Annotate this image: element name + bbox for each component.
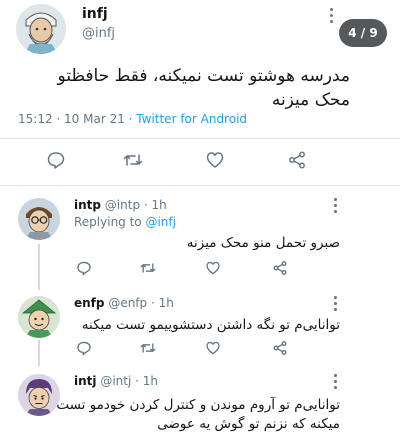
replying-mention[interactable]: @infj bbox=[145, 215, 176, 229]
reply-icon[interactable] bbox=[46, 150, 66, 170]
reply-text: توانایی‌م تو آروم موندن و کنترل کردن خود… bbox=[40, 396, 340, 434]
reply-header: intj @intj · 1h bbox=[74, 374, 158, 388]
retweet-icon[interactable] bbox=[140, 260, 156, 276]
divider bbox=[0, 138, 400, 139]
reply-author-name[interactable]: enfp bbox=[74, 296, 105, 310]
more-options-icon[interactable] bbox=[332, 198, 338, 214]
reply-text-line: توانایی‌م تو آروم موندن و کنترل کردن خود… bbox=[56, 397, 340, 413]
reply-header: enfp @enfp · 1h bbox=[74, 296, 174, 310]
reply-icon[interactable] bbox=[76, 260, 92, 276]
reply-author-name[interactable]: intp bbox=[74, 198, 101, 212]
replying-to: Replying to @infj bbox=[74, 215, 176, 229]
reply-icon[interactable] bbox=[76, 340, 92, 356]
reply-tweet: intj @intj · 1h توانایی‌م تو آروم موندن … bbox=[0, 372, 400, 446]
tweet-text-line: محک میزنه bbox=[271, 90, 350, 110]
like-icon[interactable] bbox=[205, 150, 225, 170]
reply-tweet: enfp @enfp · 1h توانایی‌م تو نگه داشتن د… bbox=[0, 294, 400, 366]
retweet-icon[interactable] bbox=[140, 340, 156, 356]
share-icon[interactable] bbox=[272, 340, 288, 356]
tweet-text: مدرسه هوشتو تست نمیکنه، فقط حافظتو محک م… bbox=[30, 64, 350, 112]
reply-author-name[interactable]: intj bbox=[74, 374, 97, 388]
reply-text-line: میکنه که نزنم تو گوش یه عوضی bbox=[157, 416, 340, 432]
reply-meta: @enfp · 1h bbox=[104, 296, 174, 310]
tweet-timestamp: 15:12 · 10 Mar 21 · Twitter for Android bbox=[18, 112, 247, 126]
like-icon[interactable] bbox=[205, 260, 221, 276]
reply-text: توانایی‌م تو نگه داشتن دستشوییمو تست میک… bbox=[81, 317, 340, 333]
share-icon[interactable] bbox=[272, 260, 288, 276]
tweet-source-link[interactable]: Twitter for Android bbox=[136, 112, 247, 126]
more-options-icon[interactable] bbox=[332, 374, 338, 390]
more-options-icon[interactable] bbox=[332, 296, 338, 312]
more-options-icon[interactable] bbox=[328, 8, 334, 24]
share-icon[interactable] bbox=[287, 150, 307, 170]
image-page-counter: 4 / 9 bbox=[339, 19, 387, 47]
reply-text: صبرو تحمل منو محک میزنه bbox=[186, 235, 340, 251]
tweet-text-line: مدرسه هوشتو تست نمیکنه، فقط حافظتو bbox=[57, 66, 350, 86]
reply-meta: @intp · 1h bbox=[100, 198, 167, 212]
main-tweet: infj @infj 4 / 9 مدرسه هوشتو تست نمیکنه،… bbox=[0, 0, 400, 186]
reply-tweet: intp @intp · 1h Replying to @infj صبرو ت… bbox=[0, 196, 400, 288]
old-man-avatar-icon[interactable] bbox=[16, 4, 66, 54]
reply-meta: @intj · 1h bbox=[96, 374, 158, 388]
tweet-time: 15:12 · 10 Mar 21 · bbox=[18, 112, 137, 126]
green-hat-avatar-icon[interactable] bbox=[18, 296, 60, 338]
retweet-icon[interactable] bbox=[123, 150, 143, 170]
author-name[interactable]: infj bbox=[82, 6, 108, 22]
like-icon[interactable] bbox=[205, 340, 221, 356]
glasses-avatar-icon[interactable] bbox=[18, 198, 60, 240]
author-handle[interactable]: @infj bbox=[82, 26, 115, 41]
divider bbox=[0, 185, 400, 186]
reply-header: intp @intp · 1h bbox=[74, 198, 167, 212]
replying-label: Replying to bbox=[74, 215, 146, 229]
